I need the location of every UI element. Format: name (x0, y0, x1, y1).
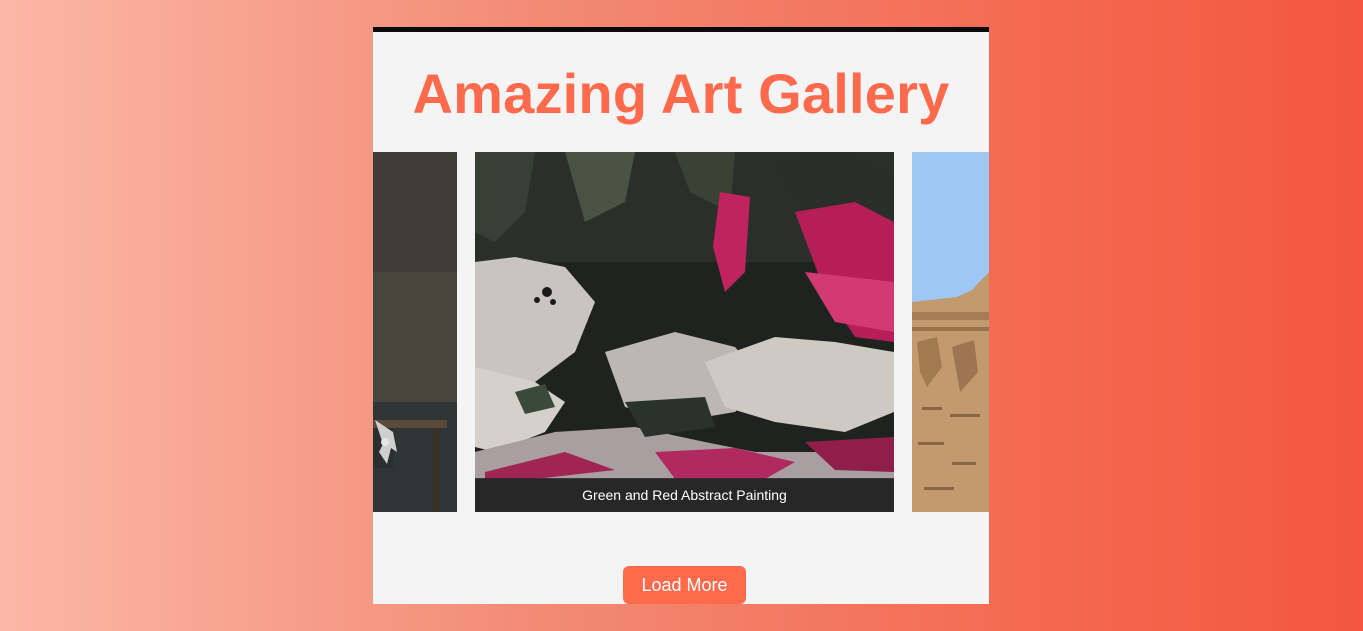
load-more-button[interactable]: Load More (623, 566, 746, 604)
gallery-title: Amazing Art Gallery (412, 62, 950, 125)
carousel-slide-previous[interactable] (373, 152, 457, 512)
slide-caption: Green and Red Abstract Painting (475, 478, 894, 512)
carousel-slide-next[interactable] (912, 152, 989, 512)
dark-interior-photo (373, 152, 457, 512)
egyptian-temple-photo (912, 152, 989, 512)
carousel-slide-current[interactable]: Green and Red Abstract Painting (475, 152, 894, 512)
image-carousel[interactable]: Green and Red Abstract Painting (373, 152, 989, 512)
abstract-painting-photo (475, 152, 894, 512)
gallery-card: Amazing Art Gallery Green and Red Abstra… (373, 27, 989, 604)
